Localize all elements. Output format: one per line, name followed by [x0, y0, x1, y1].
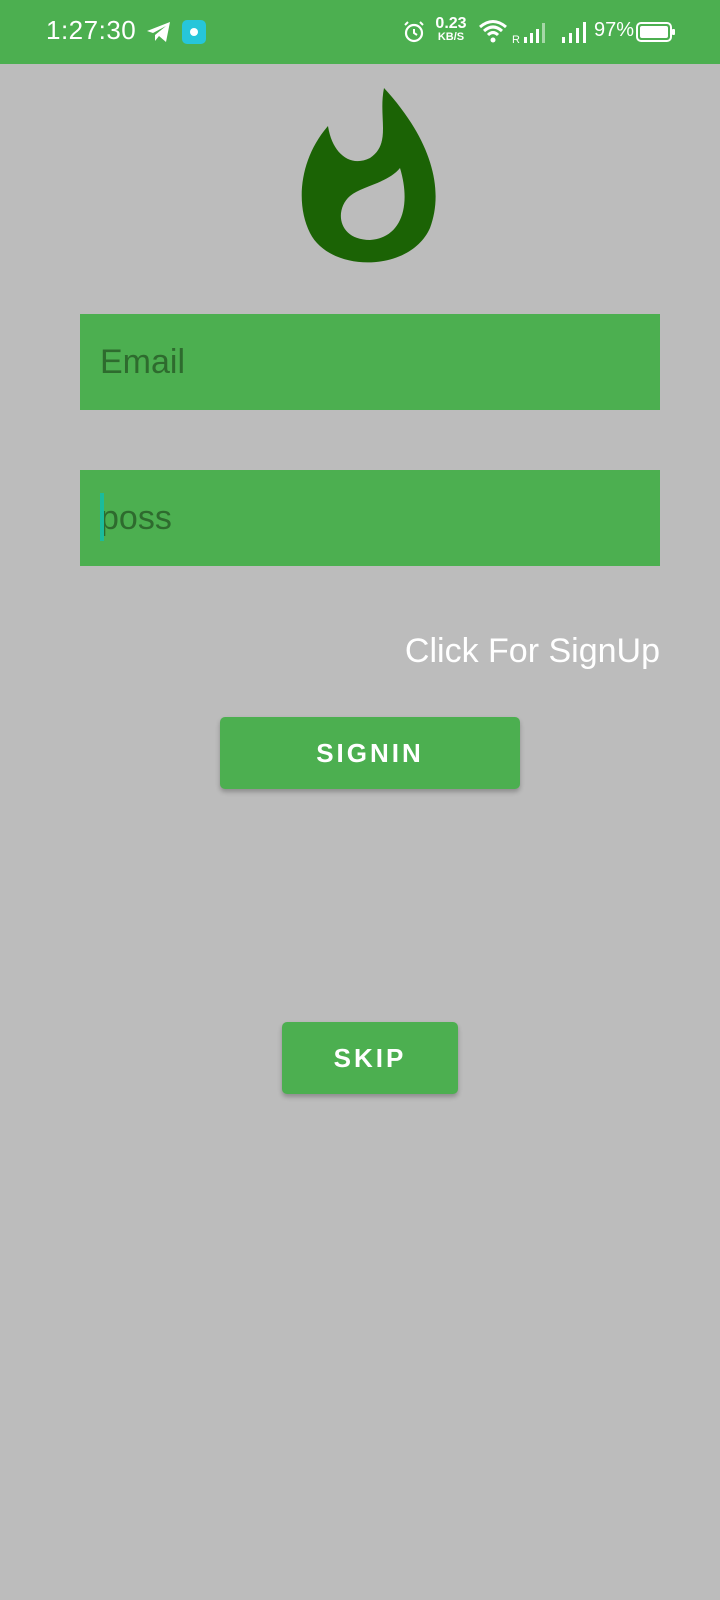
- battery-icon: [636, 22, 675, 42]
- flame-logo-icon: [301, 88, 436, 263]
- password-field[interactable]: [80, 470, 660, 566]
- network-speed-value: 0.23: [435, 15, 467, 32]
- text-cursor: [100, 493, 104, 541]
- status-bar: 1:27:30 0.23 KB/S R 97%: [0, 0, 720, 64]
- alarm-icon: [404, 21, 424, 43]
- app-notification-icon: [182, 20, 206, 44]
- password-input[interactable]: [80, 470, 660, 566]
- signup-link[interactable]: Click For SignUp: [405, 632, 660, 671]
- signal-roaming-icon: R: [512, 23, 545, 44]
- email-input[interactable]: [80, 314, 660, 410]
- skip-button[interactable]: SKIP: [282, 1022, 458, 1094]
- network-speed: 0.23 KB/S: [433, 16, 469, 43]
- wifi-icon: [479, 20, 507, 43]
- signin-button[interactable]: SIGNIN: [220, 717, 520, 789]
- signal-roaming-label: R: [512, 34, 520, 44]
- status-time: 1:27:30: [46, 15, 137, 45]
- network-speed-unit: KB/S: [437, 31, 465, 43]
- email-field[interactable]: [80, 314, 660, 410]
- telegram-icon: [147, 22, 170, 42]
- signal-icon: [562, 22, 586, 43]
- battery-percent: 97%: [594, 19, 635, 41]
